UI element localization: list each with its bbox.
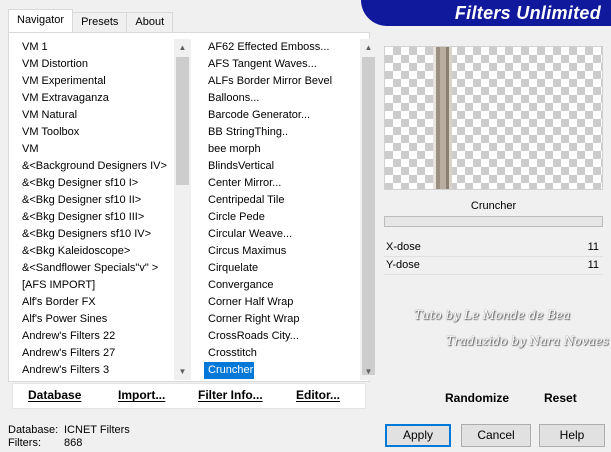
filter-item[interactable]: Cirquelate [204,260,360,277]
category-item[interactable]: &<Bkg Designer sf10 III> [18,209,174,226]
filter-item[interactable]: Circle Pede [204,209,360,226]
filter-info-button[interactable]: Filter Info... [198,388,263,402]
scroll-thumb[interactable] [362,57,375,375]
scroll-up-arrow-icon[interactable]: ▲ [360,39,377,56]
progress-bar [384,216,603,227]
scroll-down-arrow-icon[interactable]: ▼ [360,363,377,380]
tab-navigator[interactable]: Navigator [8,9,74,32]
category-item[interactable]: Andrew's Filters 27 [18,345,174,362]
filter-item[interactable]: Corner Half Wrap [204,294,360,311]
filter-item[interactable]: BlindsVertical [204,158,360,175]
filter-item[interactable]: AFS Tangent Waves... [204,56,360,73]
filter-item[interactable]: Cruncher [204,362,254,379]
category-item[interactable]: &<Background Designers IV> [18,158,174,175]
category-item[interactable]: Andrew's Filters 22 [18,328,174,345]
filter-item[interactable]: Convergance [204,277,360,294]
title-banner: Filters Unlimited [361,0,611,26]
database-info: Database: ICNET Filters Filters: 868 [8,424,130,450]
watermark-line-1: Tuto by Le Monde de Bea [414,308,571,322]
category-item[interactable]: Alf's Power Sines [18,311,174,328]
category-item[interactable]: &<Bkg Designer sf10 I> [18,175,174,192]
filter-item[interactable]: Centripedal Tile [204,192,360,209]
filter-item[interactable]: AF62 Effected Emboss... [204,39,360,56]
category-list[interactable]: VM 1 VM Distortion VM Experimental VM Extra… [18,39,174,379]
randomize-button[interactable]: Randomize [445,391,509,405]
param-divider [384,274,603,275]
filters-count: 868 [64,437,83,449]
category-item[interactable]: Andrew's Filters 3 [18,362,174,379]
filters-label: Filters: [8,437,41,449]
database-value: ICNET Filters [64,424,130,436]
scroll-down-arrow-icon[interactable]: ▼ [174,363,191,380]
category-item[interactable]: VM Distortion [18,56,174,73]
tab-presets[interactable]: Presets [72,12,128,32]
filter-item[interactable]: Barcode Generator... [204,107,360,124]
category-item[interactable]: VM Extravaganza [18,90,174,107]
param-name: Y-dose [386,259,420,271]
filter-item[interactable]: Circular Weave... [204,226,360,243]
import-button[interactable]: Import... [118,388,165,402]
filter-item[interactable]: BB StringThing.. [204,124,360,141]
category-item[interactable]: VM Experimental [18,73,174,90]
database-toolbar: Database Import... Filter Info... Editor… [12,383,366,409]
category-item[interactable]: &<Bkg Designer sf10 II> [18,192,174,209]
tab-bar: Navigator Presets About [8,9,174,32]
tab-about[interactable]: About [126,12,174,32]
param-name: X-dose [386,241,421,253]
cancel-button[interactable]: Cancel [461,424,531,447]
filter-item[interactable]: Circus Maximus [204,243,360,260]
reset-button[interactable]: Reset [544,391,577,405]
database-button[interactable]: Database [28,388,81,402]
filter-item[interactable]: Corner Right Wrap [204,311,360,328]
watermark: Tuto by Le Monde de Bea Traduzido by Nar… [384,290,609,370]
param-value[interactable]: 11 [588,257,599,274]
preset-toolbar: Randomize Reset [384,383,603,409]
watermark-line-2: Traduzido by Nara Novaes [446,334,609,348]
param-y-dose[interactable]: Y-dose 11 [384,257,603,274]
category-item[interactable]: VM 1 [18,39,174,56]
filter-item[interactable]: Balloons... [204,90,360,107]
filter-item[interactable]: bee morph [204,141,360,158]
category-item[interactable]: &<Sandflower Specials"v" > [18,260,174,277]
database-label: Database: [8,424,59,436]
selected-filter-name: Cruncher [470,200,517,212]
filter-item[interactable]: ALFs Border Mirror Bevel [204,73,360,90]
category-item[interactable]: VM Toolbox [18,124,174,141]
filter-list[interactable]: AF62 Effected Emboss... AFS Tangent Waves… [204,39,360,379]
filter-scrollbar[interactable]: ▲ ▼ [360,39,377,380]
scroll-up-arrow-icon[interactable]: ▲ [174,39,191,56]
editor-button[interactable]: Editor... [296,388,340,402]
param-x-dose[interactable]: X-dose 11 [384,239,603,256]
category-item[interactable]: VM [18,141,174,158]
filter-preview [384,46,603,190]
filter-item[interactable]: Center Mirror... [204,175,360,192]
category-item[interactable]: Alf's Border FX [18,294,174,311]
category-item[interactable]: [AFS IMPORT] [18,277,174,294]
category-item[interactable]: VM Natural [18,107,174,124]
category-item[interactable]: &<Bkg Kaleidoscope> [18,243,174,260]
apply-button[interactable]: Apply [385,424,451,447]
filter-item[interactable]: CrossRoads City... [204,328,360,345]
category-scrollbar[interactable]: ▲ ▼ [174,39,191,380]
banner-title: Filters Unlimited [454,3,601,23]
scroll-thumb[interactable] [176,57,189,185]
help-button[interactable]: Help [539,424,605,447]
preview-stripe [449,47,452,189]
filter-item[interactable]: Crosstitch [204,345,360,362]
param-value[interactable]: 11 [588,239,599,256]
category-item[interactable]: &<Bkg Designers sf10 IV> [18,226,174,243]
